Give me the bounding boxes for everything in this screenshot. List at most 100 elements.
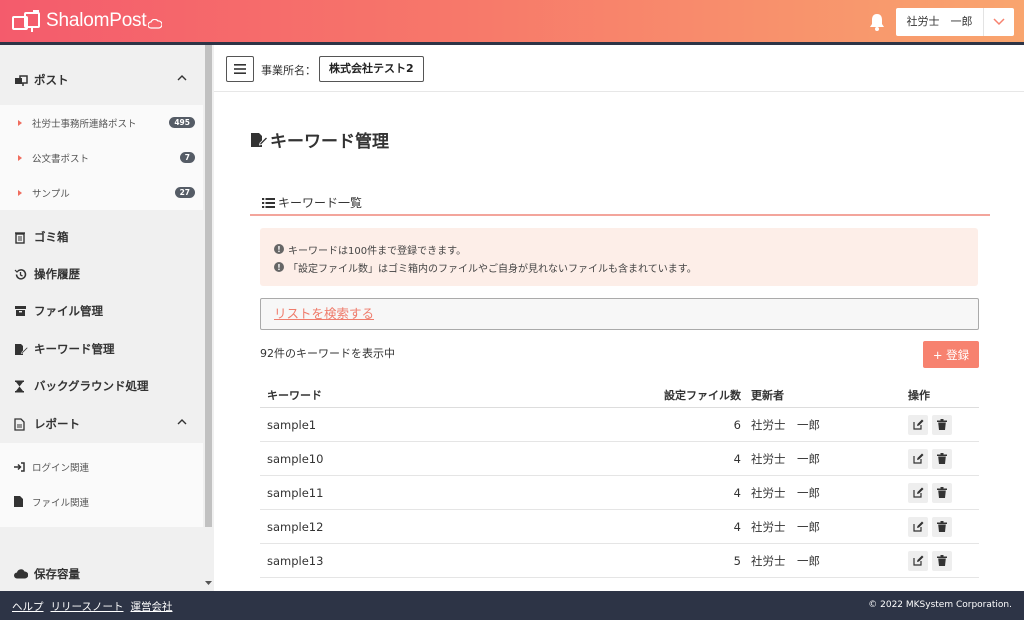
sidebar-item-post-office[interactable]: 社労士事務所連絡ポスト 495 (0, 105, 203, 140)
office-label: 事業所名： (261, 64, 316, 77)
sidebar-section-label: レポート (34, 417, 80, 431)
updater-cell: 社労士 一郎 (751, 417, 820, 432)
footer-link-help[interactable]: ヘルプ (12, 599, 44, 614)
table-header: キーワード 設定ファイル数 更新者 操作 (260, 382, 979, 408)
footer-link-company[interactable]: 運営会社 (130, 599, 172, 614)
table-row: sample11 4 社労士 一郎 (260, 476, 979, 510)
file-count-cell: 4 (733, 519, 741, 534)
sidebar-item-keyword-management[interactable]: キーワード管理 (0, 330, 203, 368)
footer-links: ヘルプ リリースノート 運営会社 (12, 599, 172, 614)
sidebar-item-label: キーワード管理 (34, 342, 115, 356)
card-divider (250, 214, 990, 216)
alert-line: ! キーワードは100件まで登録できます。 (274, 240, 964, 258)
report-submenu: ログイン関連 ファイル関連 (0, 443, 203, 527)
history-icon (14, 268, 30, 281)
user-menu[interactable]: 社労士 一郎 (896, 8, 1014, 36)
sign-in-icon (14, 461, 26, 472)
count-badge: 7 (179, 152, 195, 163)
scroll-down-arrow-icon[interactable] (205, 581, 212, 586)
sidebar-item-login-report[interactable]: ログイン関連 (0, 449, 203, 484)
sidebar-item-history[interactable]: 操作履歴 (0, 255, 203, 293)
sidebar-item-label: ログイン関連 (32, 462, 90, 474)
info-alert: ! キーワードは100件まで登録できます。 ! 「設定ファイル数」はゴミ箱内のフ… (260, 228, 978, 286)
file-edit-icon (251, 132, 268, 147)
count-badge: 27 (174, 187, 195, 198)
sidebar-section-post[interactable]: ポスト (0, 61, 203, 99)
edit-button[interactable] (908, 414, 928, 435)
updater-cell: 社労士 一郎 (751, 485, 820, 500)
edit-button[interactable] (908, 550, 928, 571)
edit-button[interactable] (908, 448, 928, 469)
mailbox-icon (14, 74, 30, 86)
sidebar-item-official-docs[interactable]: 公文書ポスト 7 (0, 140, 203, 175)
column-header-file-count[interactable]: 設定ファイル数 (600, 387, 750, 403)
delete-button[interactable] (932, 550, 952, 571)
user-name: 社労士 一郎 (896, 8, 984, 36)
table-row: sample10 4 社労士 一郎 (260, 442, 979, 476)
sidebar-item-file-management[interactable]: ファイル管理 (0, 292, 203, 330)
trash-icon (937, 487, 947, 498)
sidebar-section-label: ポスト (34, 73, 69, 87)
caret-right-icon (18, 154, 22, 161)
delete-button[interactable] (932, 516, 952, 537)
sidebar-item-storage[interactable]: 保存容量 (0, 555, 203, 591)
sidebar-item-sample[interactable]: サンプル 27 (0, 175, 203, 210)
table-row: sample12 4 社労士 一郎 (260, 510, 979, 544)
delete-button[interactable] (932, 448, 952, 469)
sidebar-item-label: 公文書ポスト (32, 153, 90, 165)
alert-text: キーワードは100件まで登録できます。 (288, 245, 467, 257)
chevron-up-icon[interactable] (177, 74, 187, 81)
office-name-selector[interactable]: 株式会社テスト2 (319, 56, 424, 82)
footer-link-release-notes[interactable]: リリースノート (51, 599, 124, 614)
sidebar: ポスト 社労士事務所連絡ポスト 495 公文書ポスト 7 サンプル 27 ゴミ箱… (0, 45, 214, 591)
edit-button[interactable] (908, 516, 928, 537)
sidebar-item-label: 操作履歴 (34, 267, 80, 281)
edit-icon (912, 419, 923, 430)
edit-icon (912, 453, 923, 464)
file-count-cell: 4 (733, 485, 741, 500)
hamburger-icon (234, 64, 246, 74)
trash-icon (937, 453, 947, 464)
actions-cell (908, 550, 979, 571)
user-menu-toggle[interactable] (984, 8, 1014, 36)
office-bar: 事業所名： 株式会社テスト2 (214, 45, 1024, 92)
updater-cell: 社労士 一郎 (751, 451, 820, 466)
alert-line: ! 「設定ファイル数」はゴミ箱内のファイルやご自身が見れないファイルも含まれてい… (274, 258, 964, 276)
trash-icon (937, 555, 947, 566)
list-icon (262, 197, 275, 208)
edit-icon (912, 555, 923, 566)
sidebar-item-background[interactable]: バックグラウンド処理 (0, 367, 203, 405)
app-header: ShalomPost 社労士 一郎 (0, 0, 1024, 44)
main-scrollbar[interactable] (1012, 92, 1024, 591)
app-logo[interactable]: ShalomPost (12, 9, 163, 33)
copyright: © 2022 MKSystem Corporation. (868, 600, 1012, 610)
keyword-table: キーワード 設定ファイル数 更新者 操作 sample1 6 社労士 一郎 sa… (260, 382, 979, 578)
add-keyword-button[interactable]: + 登録 (923, 341, 979, 368)
hourglass-icon (14, 380, 30, 393)
sidebar-item-trash[interactable]: ゴミ箱 (0, 218, 203, 256)
search-list-link[interactable]: リストを検索する (260, 298, 979, 330)
trash-icon (14, 231, 30, 244)
sidebar-section-report[interactable]: レポート (0, 405, 203, 443)
menu-toggle-button[interactable] (226, 56, 254, 82)
file-count-cell: 6 (733, 417, 741, 432)
post-submenu: 社労士事務所連絡ポスト 495 公文書ポスト 7 サンプル 27 (0, 105, 203, 210)
edit-icon (912, 487, 923, 498)
column-header-keyword[interactable]: キーワード (260, 387, 600, 403)
delete-button[interactable] (932, 414, 952, 435)
cloud-icon (14, 569, 30, 579)
edit-icon (912, 521, 923, 532)
chevron-up-icon[interactable] (177, 418, 187, 425)
chevron-down-icon (993, 18, 1005, 26)
bell-icon[interactable] (868, 12, 886, 32)
column-header-updater[interactable]: 更新者 (750, 387, 908, 403)
sidebar-item-label: 保存容量 (34, 567, 80, 581)
cloud-icon (148, 19, 163, 29)
edit-button[interactable] (908, 482, 928, 503)
trash-icon (937, 419, 947, 430)
sidebar-scroll-thumb[interactable] (205, 45, 212, 527)
delete-button[interactable] (932, 482, 952, 503)
post-logo-icon (12, 10, 40, 32)
sidebar-item-file-report[interactable]: ファイル関連 (0, 484, 203, 519)
table-row: sample1 6 社労士 一郎 (260, 408, 979, 442)
